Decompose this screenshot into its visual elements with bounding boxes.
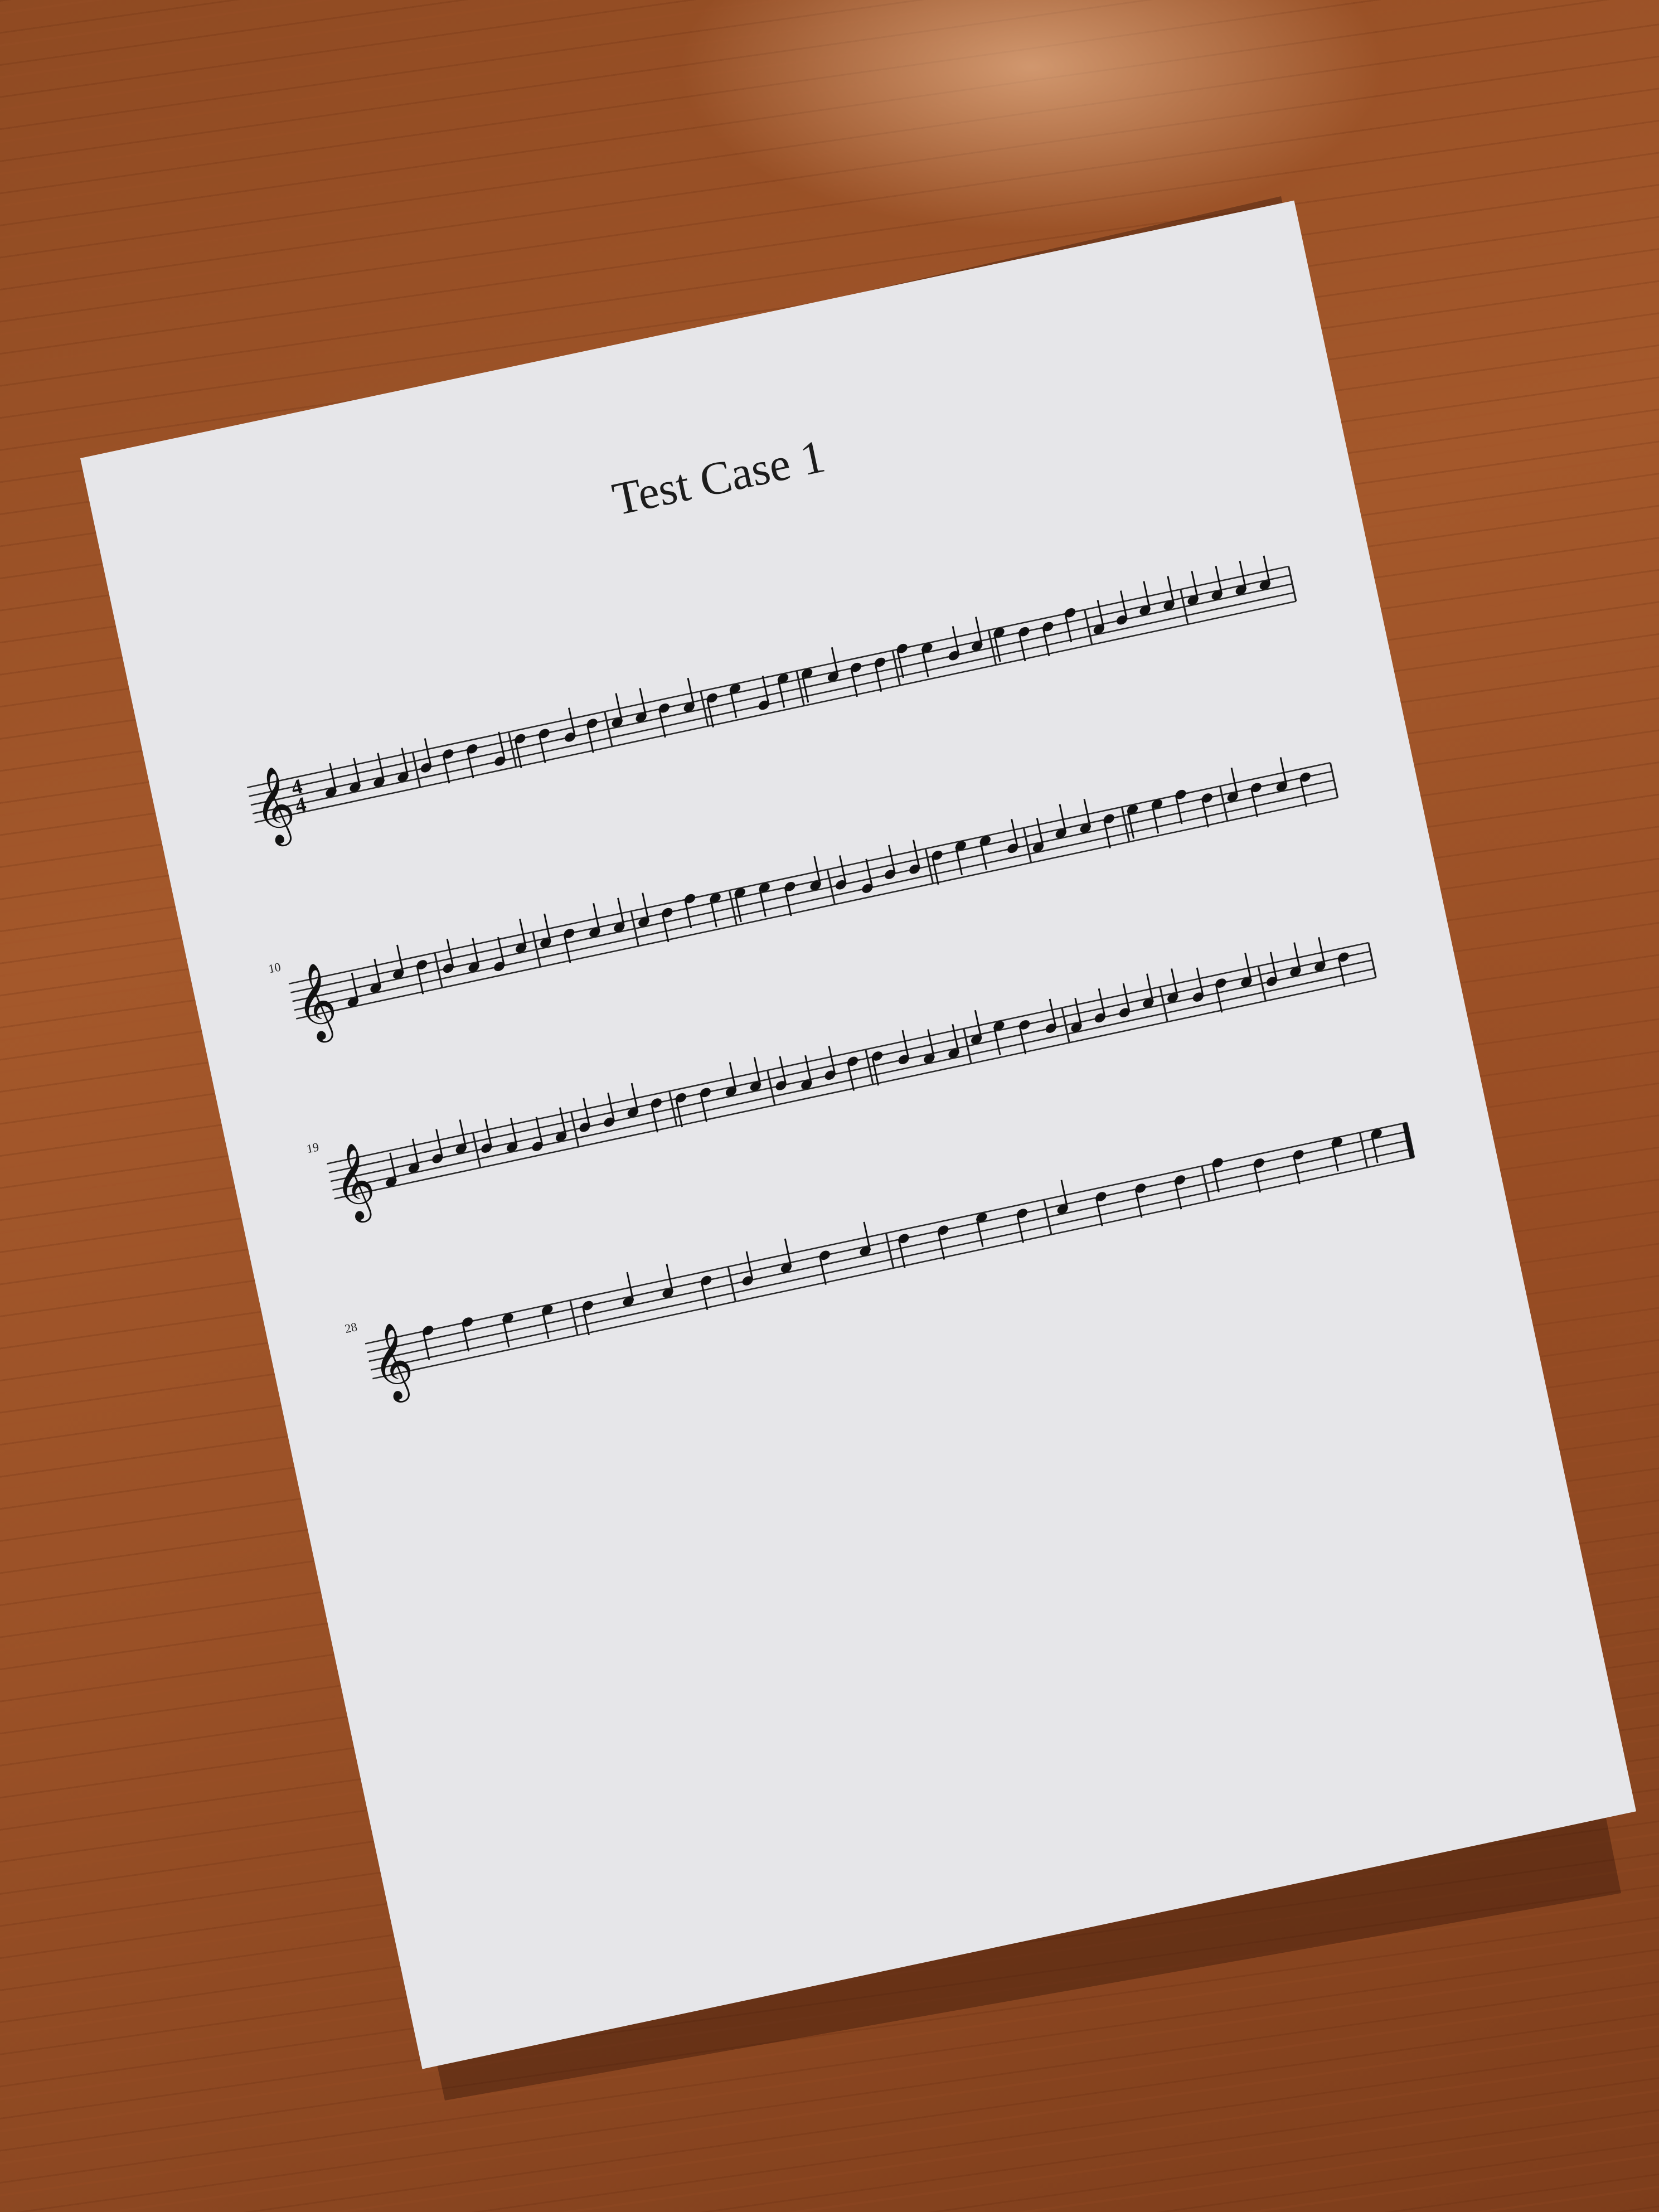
sheet-music-page: Test Case 1 𝄞44𝄞10𝄞19𝄞28 xyxy=(80,200,1637,2069)
paper-sheet xyxy=(80,200,1637,2069)
photo-scene: Test Case 1 𝄞44𝄞10𝄞19𝄞28 xyxy=(80,196,1637,2101)
